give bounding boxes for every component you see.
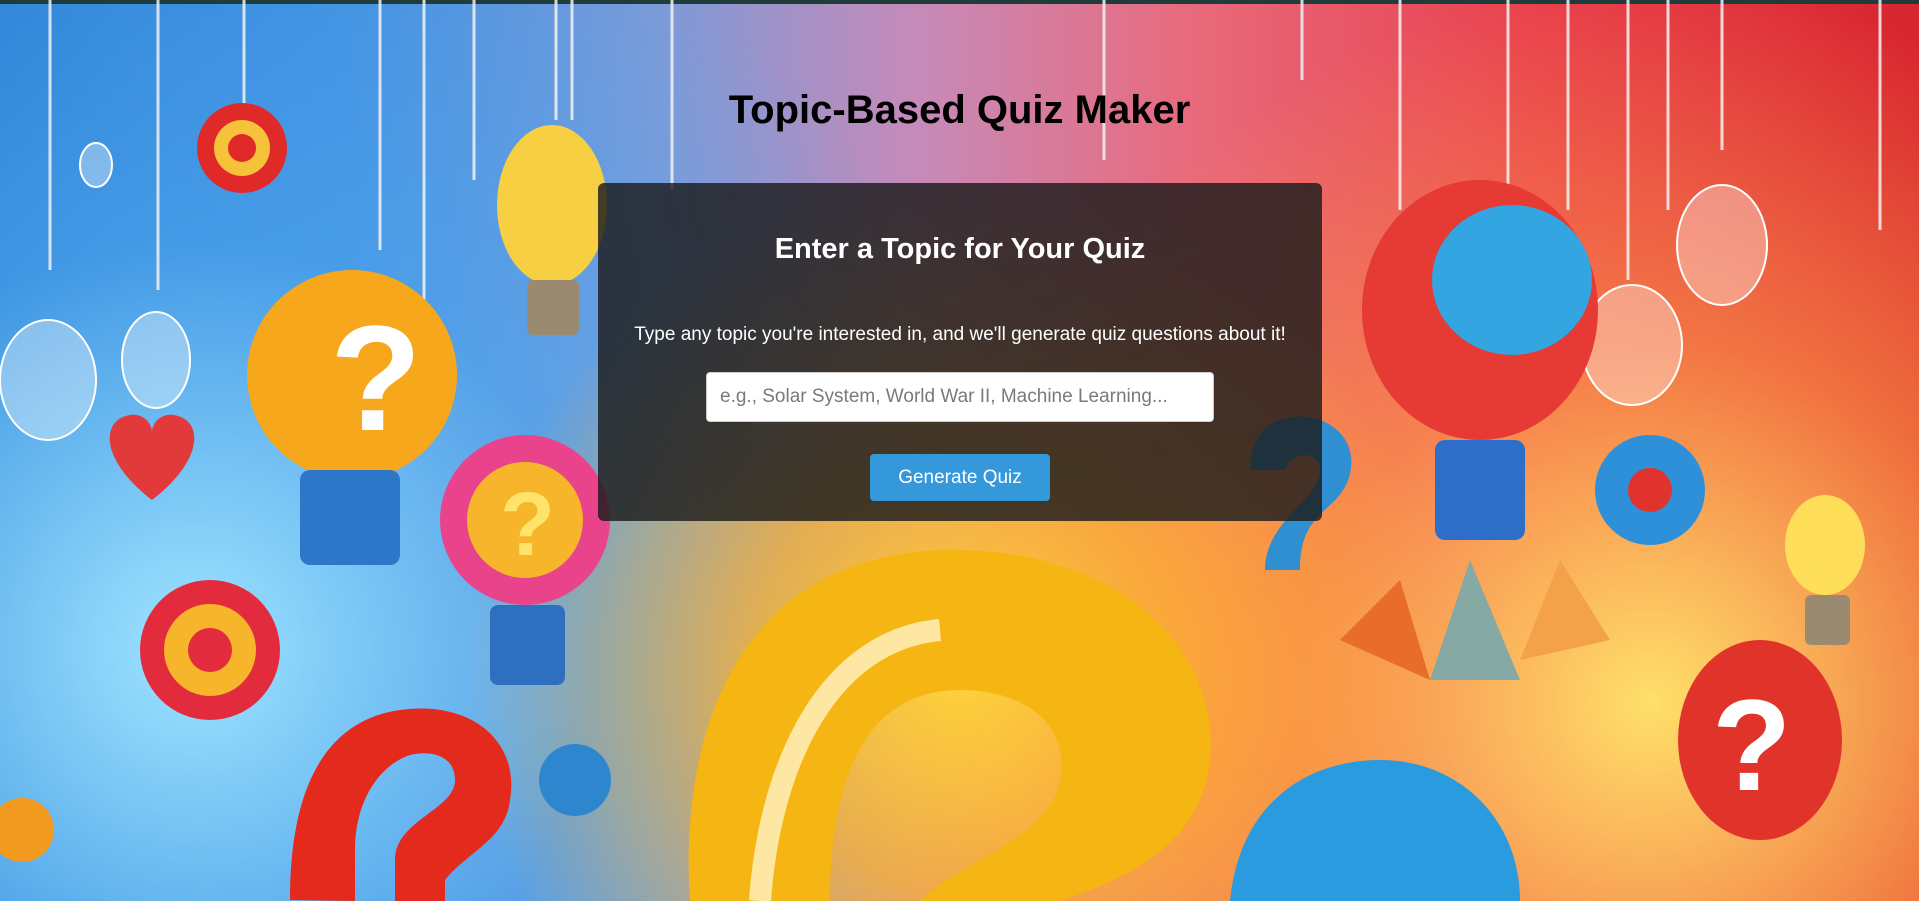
generate-quiz-button[interactable]: Generate Quiz xyxy=(870,454,1050,501)
svg-text:?: ? xyxy=(1712,672,1791,818)
topic-form-card: Enter a Topic for Your Quiz Type any top… xyxy=(598,183,1322,521)
card-heading: Enter a Topic for Your Quiz xyxy=(774,233,1146,265)
topic-input[interactable] xyxy=(706,372,1214,422)
card-description: Type any topic you're interested in, and… xyxy=(634,324,1286,345)
svg-text:?: ? xyxy=(330,294,422,462)
svg-text:?: ? xyxy=(500,475,555,575)
page-title: Topic-Based Quiz Maker xyxy=(728,88,1191,132)
quiz-maker-page: ? ? ? Topic-Based Quiz Maker Enter a Top… xyxy=(0,0,1919,901)
